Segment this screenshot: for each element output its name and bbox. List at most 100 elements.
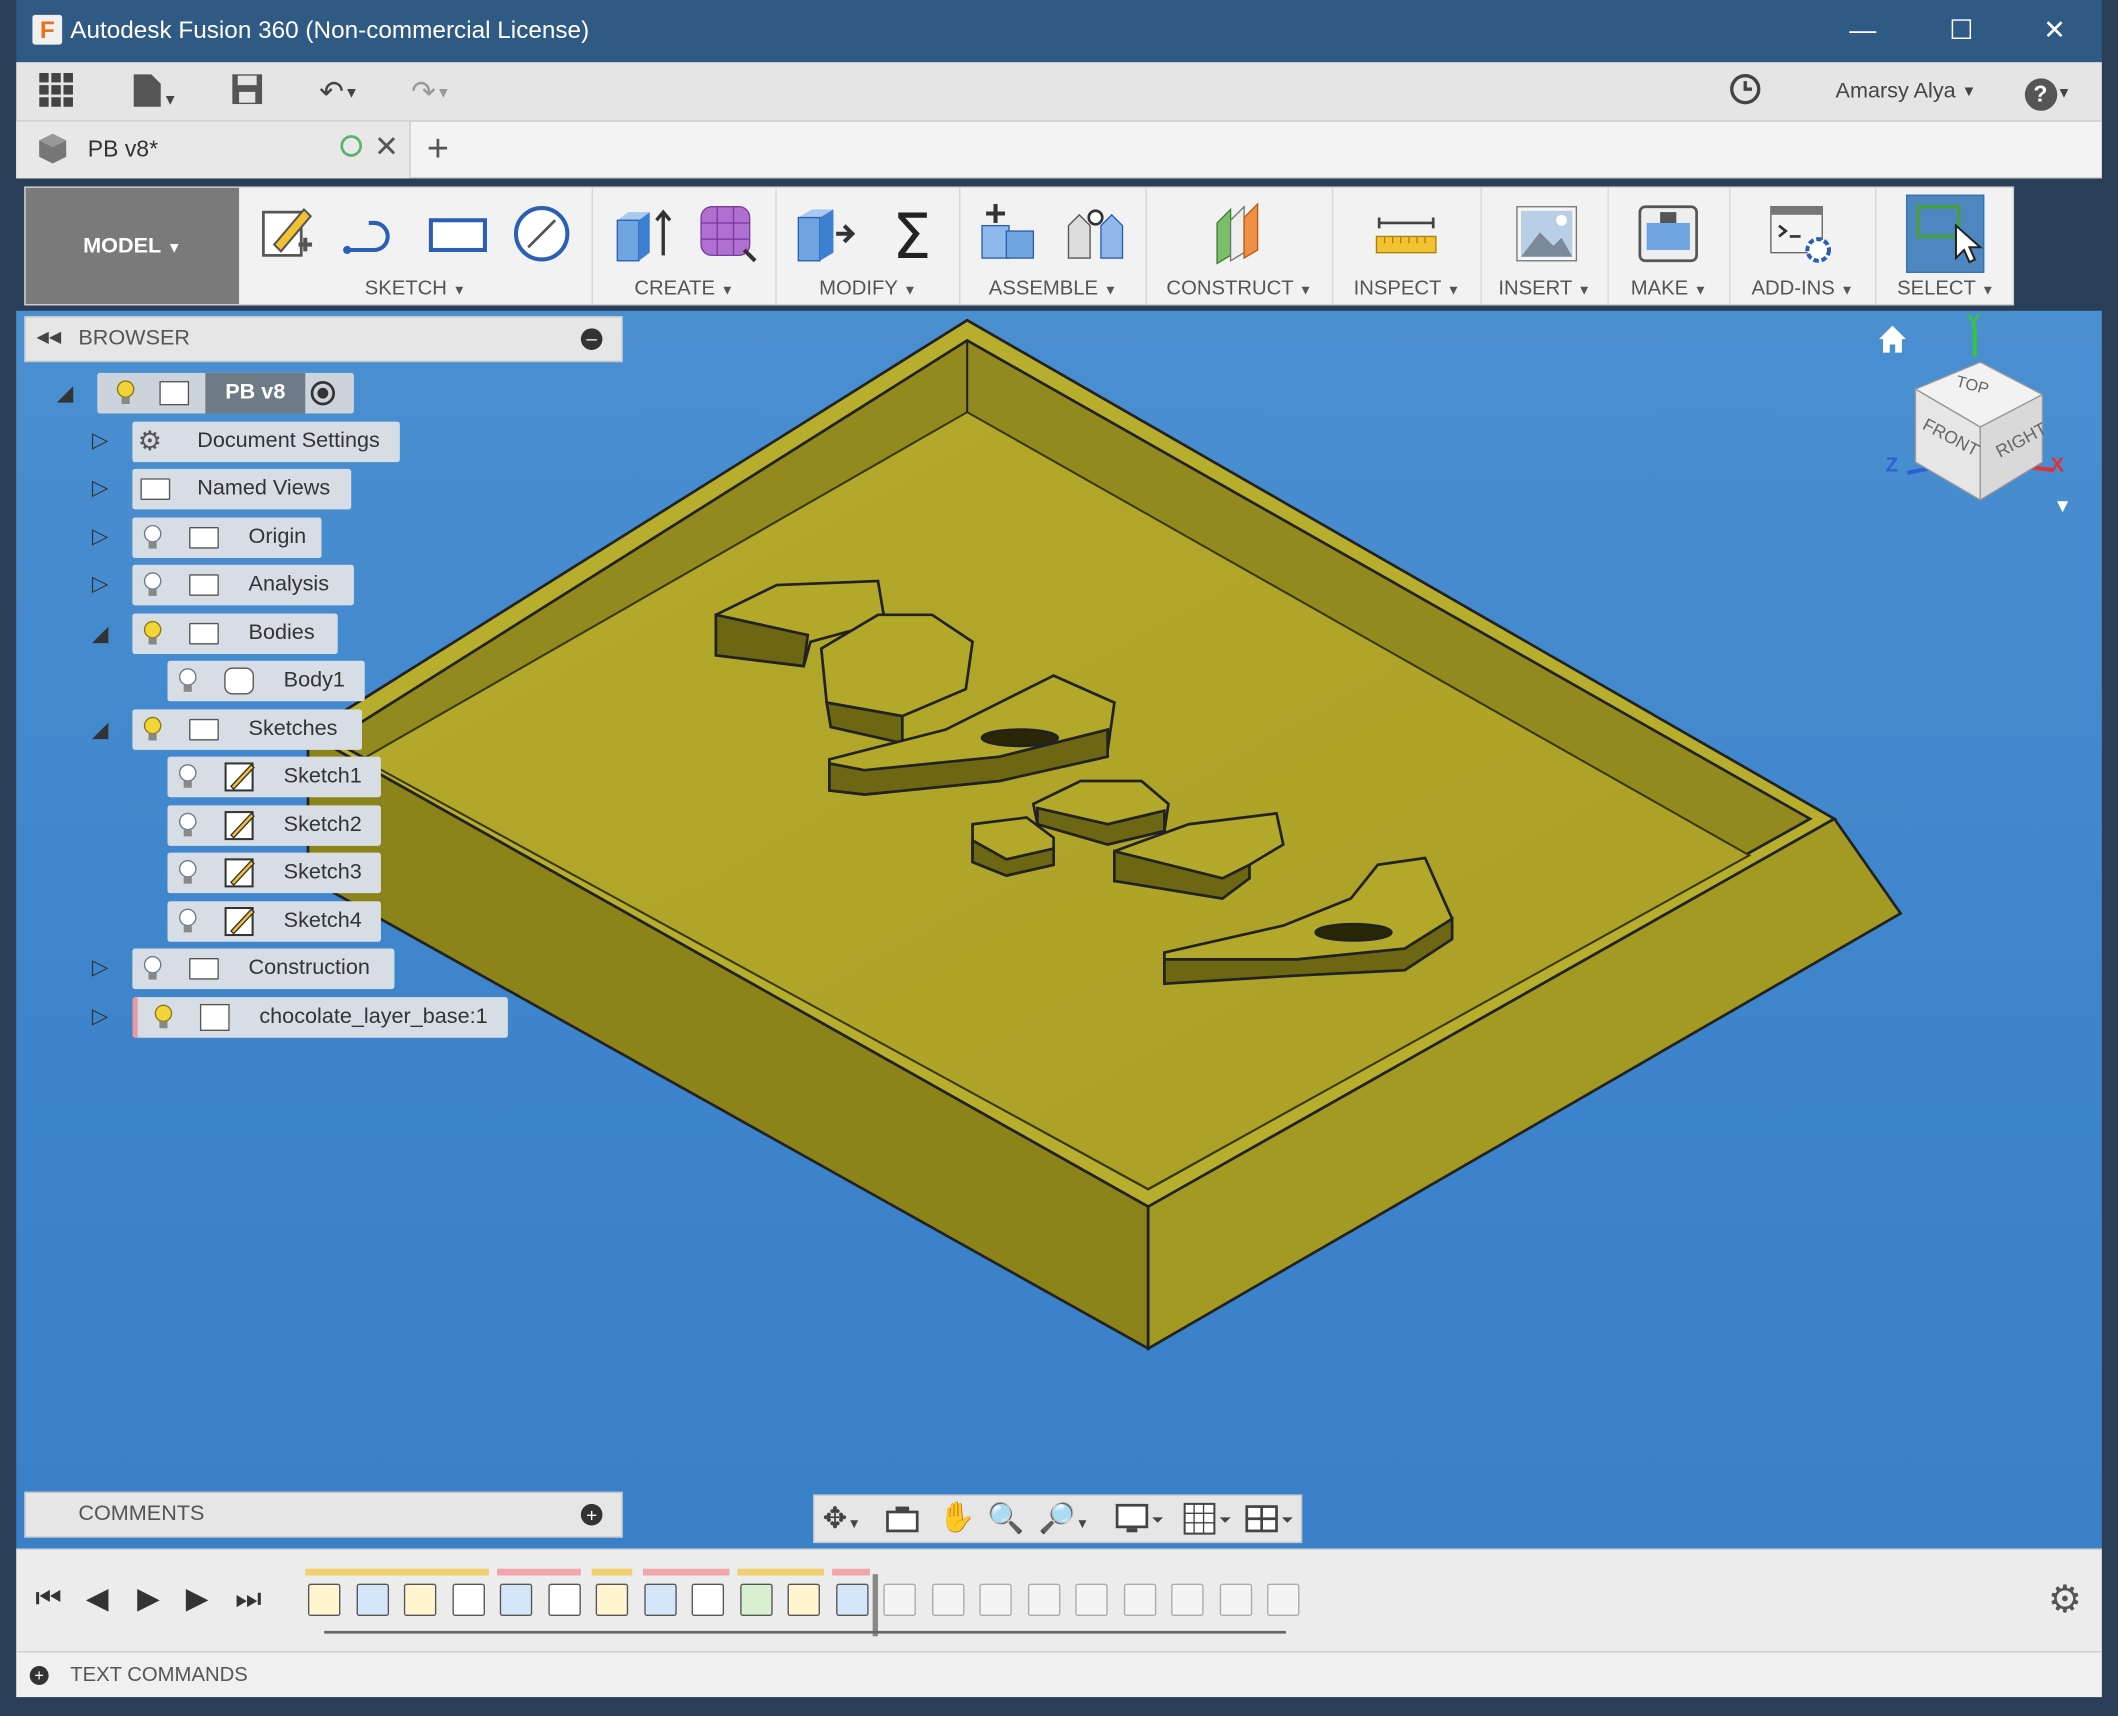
tree-row-document-settings[interactable]: ▷ ⚙ Document Settings bbox=[0, 421, 635, 463]
expand-triangle-icon[interactable]: ▷ bbox=[92, 954, 116, 984]
add-comment-icon[interactable]: + bbox=[580, 1503, 603, 1526]
visibility-bulb-off-icon[interactable] bbox=[178, 908, 197, 935]
tree-row-named-views[interactable]: ▷ Named Views bbox=[0, 468, 635, 510]
help-menu[interactable]: ? ▼ bbox=[2018, 73, 2077, 111]
modify-group-label[interactable]: MODIFY ▼ bbox=[777, 277, 959, 300]
visibility-bulb-off-icon[interactable] bbox=[178, 859, 197, 886]
sketch-group[interactable]: SKETCH ▼ bbox=[239, 187, 594, 305]
data-panel-grid-icon[interactable] bbox=[38, 72, 76, 111]
line-tool-icon[interactable] bbox=[339, 201, 404, 266]
select-group[interactable]: SELECT ▼ bbox=[1876, 188, 2015, 304]
orbit-icon[interactable]: ✥▼ bbox=[823, 1501, 861, 1536]
circle-tool-icon[interactable] bbox=[509, 201, 574, 266]
collapse-browser-icon[interactable]: ◀◀ bbox=[36, 327, 61, 346]
timeline-sketch-feature[interactable] bbox=[403, 1583, 437, 1617]
tree-row-construction[interactable]: ▷ Construction bbox=[0, 948, 635, 990]
visibility-bulb-off-icon[interactable] bbox=[178, 812, 197, 839]
text-commands-bar[interactable]: + TEXT COMMANDS bbox=[16, 1651, 2102, 1698]
create-group-label[interactable]: CREATE ▼ bbox=[593, 277, 775, 300]
tree-row-sketch1[interactable]: Sketch1 bbox=[0, 756, 635, 798]
tree-row-sketch3[interactable]: Sketch3 bbox=[0, 852, 635, 894]
fit-window-icon[interactable]: 🔎▼ bbox=[1039, 1501, 1089, 1536]
tree-row-body1[interactable]: Body1 bbox=[0, 660, 635, 702]
job-status-clock-icon[interactable] bbox=[1726, 73, 1764, 111]
visibility-bulb-icon[interactable] bbox=[143, 620, 162, 647]
timeline-sketch-feature[interactable] bbox=[595, 1583, 629, 1617]
collapse-triangle-icon[interactable]: ◢ bbox=[92, 716, 116, 746]
tree-row-chocolate-layer-base[interactable]: ▷ chocolate_layer_base:1 bbox=[0, 997, 635, 1038]
play-icon[interactable]: ▶ bbox=[132, 1580, 164, 1618]
timeline-suppressed-feature[interactable] bbox=[1171, 1583, 1204, 1617]
create-sketch-icon[interactable] bbox=[255, 201, 320, 266]
modify-group[interactable]: Σ MODIFY ▼ bbox=[777, 187, 961, 305]
close-window-button[interactable]: ✕ bbox=[2034, 11, 2075, 52]
visibility-bulb-off-icon[interactable] bbox=[178, 667, 197, 694]
timeline-split-feature[interactable] bbox=[548, 1583, 581, 1617]
timeline-suppressed-feature[interactable] bbox=[1075, 1583, 1108, 1617]
pan-hand-icon[interactable]: ✋ bbox=[939, 1500, 976, 1535]
parameters-sigma-icon[interactable]: Σ bbox=[879, 201, 944, 266]
file-menu-icon[interactable]: ▼ bbox=[124, 73, 183, 111]
workspace-switcher[interactable]: MODEL ▼ bbox=[25, 187, 240, 305]
expand-triangle-icon[interactable]: ▷ bbox=[92, 523, 116, 553]
create-form-icon[interactable] bbox=[696, 201, 761, 266]
inspect-group-label[interactable]: INSPECT ▼ bbox=[1333, 277, 1480, 300]
sketch3-node[interactable]: Sketch3 bbox=[167, 852, 381, 894]
minimize-button[interactable]: — bbox=[1842, 11, 1883, 52]
timeline-suppressed-feature[interactable] bbox=[883, 1583, 916, 1617]
assemble-group-label[interactable]: ASSEMBLE ▼ bbox=[960, 277, 1145, 300]
timeline-suppressed-feature[interactable] bbox=[932, 1583, 965, 1617]
extrude-icon[interactable] bbox=[612, 201, 677, 266]
tree-row-bodies[interactable]: ◢ Bodies bbox=[0, 613, 635, 654]
insert-group-label[interactable]: INSERT ▼ bbox=[1482, 277, 1608, 300]
add-ins-group-label[interactable]: ADD-INS ▼ bbox=[1730, 277, 1875, 300]
display-settings-icon[interactable] bbox=[1114, 1501, 1168, 1536]
make-group[interactable]: MAKE ▼ bbox=[1609, 187, 1731, 305]
go-to-end-icon[interactable]: ⏭ bbox=[232, 1580, 264, 1618]
view-cube-menu-icon[interactable]: ▼ bbox=[2053, 495, 2072, 517]
look-at-icon[interactable] bbox=[885, 1504, 920, 1534]
sketches-node[interactable]: Sketches bbox=[132, 709, 363, 750]
timeline-extrude-feature[interactable] bbox=[836, 1583, 869, 1617]
insert-image-icon[interactable] bbox=[1514, 201, 1579, 266]
activate-component-radio[interactable] bbox=[310, 381, 335, 406]
3d-print-icon[interactable] bbox=[1636, 201, 1701, 266]
timeline-suppressed-feature[interactable] bbox=[1123, 1583, 1157, 1617]
press-pull-icon[interactable] bbox=[793, 201, 858, 266]
visibility-bulb-off-icon[interactable] bbox=[143, 955, 162, 982]
body1-node[interactable]: Body1 bbox=[167, 660, 365, 702]
expand-triangle-icon[interactable]: ▷ bbox=[92, 427, 116, 457]
expand-triangle-icon[interactable]: ▷ bbox=[92, 570, 116, 600]
named-views-node[interactable]: Named Views bbox=[132, 468, 352, 510]
timeline-extrude-feature[interactable] bbox=[356, 1583, 390, 1617]
comments-panel-header[interactable]: COMMENTS + bbox=[24, 1491, 623, 1538]
construct-group[interactable]: CONSTRUCT ▼ bbox=[1147, 187, 1334, 305]
tree-row-analysis[interactable]: ▷ Analysis bbox=[0, 564, 635, 606]
browser-minimize-icon[interactable]: – bbox=[580, 328, 603, 350]
timeline-plane-feature[interactable] bbox=[740, 1583, 773, 1617]
make-group-label[interactable]: MAKE ▼ bbox=[1609, 277, 1729, 300]
timeline-extrude-feature[interactable] bbox=[644, 1583, 677, 1617]
sketch-group-label[interactable]: SKETCH ▼ bbox=[239, 277, 592, 300]
viewports-icon[interactable] bbox=[1244, 1501, 1298, 1536]
inspect-group[interactable]: INSPECT ▼ bbox=[1333, 187, 1482, 305]
undo-icon[interactable]: ↶▼ bbox=[305, 73, 373, 111]
redo-icon[interactable]: ↷▼ bbox=[397, 73, 465, 111]
tree-row-sketch4[interactable]: Sketch4 bbox=[0, 901, 635, 942]
timeline-split-feature[interactable] bbox=[691, 1583, 725, 1617]
sketch4-node[interactable]: Sketch4 bbox=[167, 901, 381, 942]
tree-row-sketch2[interactable]: Sketch2 bbox=[0, 805, 635, 846]
select-tool-highlight[interactable] bbox=[1905, 194, 1985, 273]
grid-snap-icon[interactable] bbox=[1182, 1501, 1236, 1536]
origin-node[interactable]: Origin bbox=[132, 517, 322, 559]
sketch2-node[interactable]: Sketch2 bbox=[167, 805, 381, 846]
joint-icon[interactable] bbox=[1063, 201, 1128, 266]
timeline-sketch-feature[interactable] bbox=[307, 1583, 341, 1617]
timeline-suppressed-feature[interactable] bbox=[979, 1583, 1012, 1617]
visibility-bulb-icon[interactable] bbox=[154, 1004, 173, 1031]
expand-triangle-icon[interactable]: ▷ bbox=[92, 1003, 116, 1033]
close-tab-icon[interactable]: ✕ bbox=[374, 130, 399, 165]
step-forward-icon[interactable]: ▶​ bbox=[181, 1580, 213, 1618]
timeline-suppressed-feature[interactable] bbox=[1219, 1583, 1253, 1617]
tree-root-row[interactable]: ◢ PB v8 bbox=[0, 372, 635, 414]
